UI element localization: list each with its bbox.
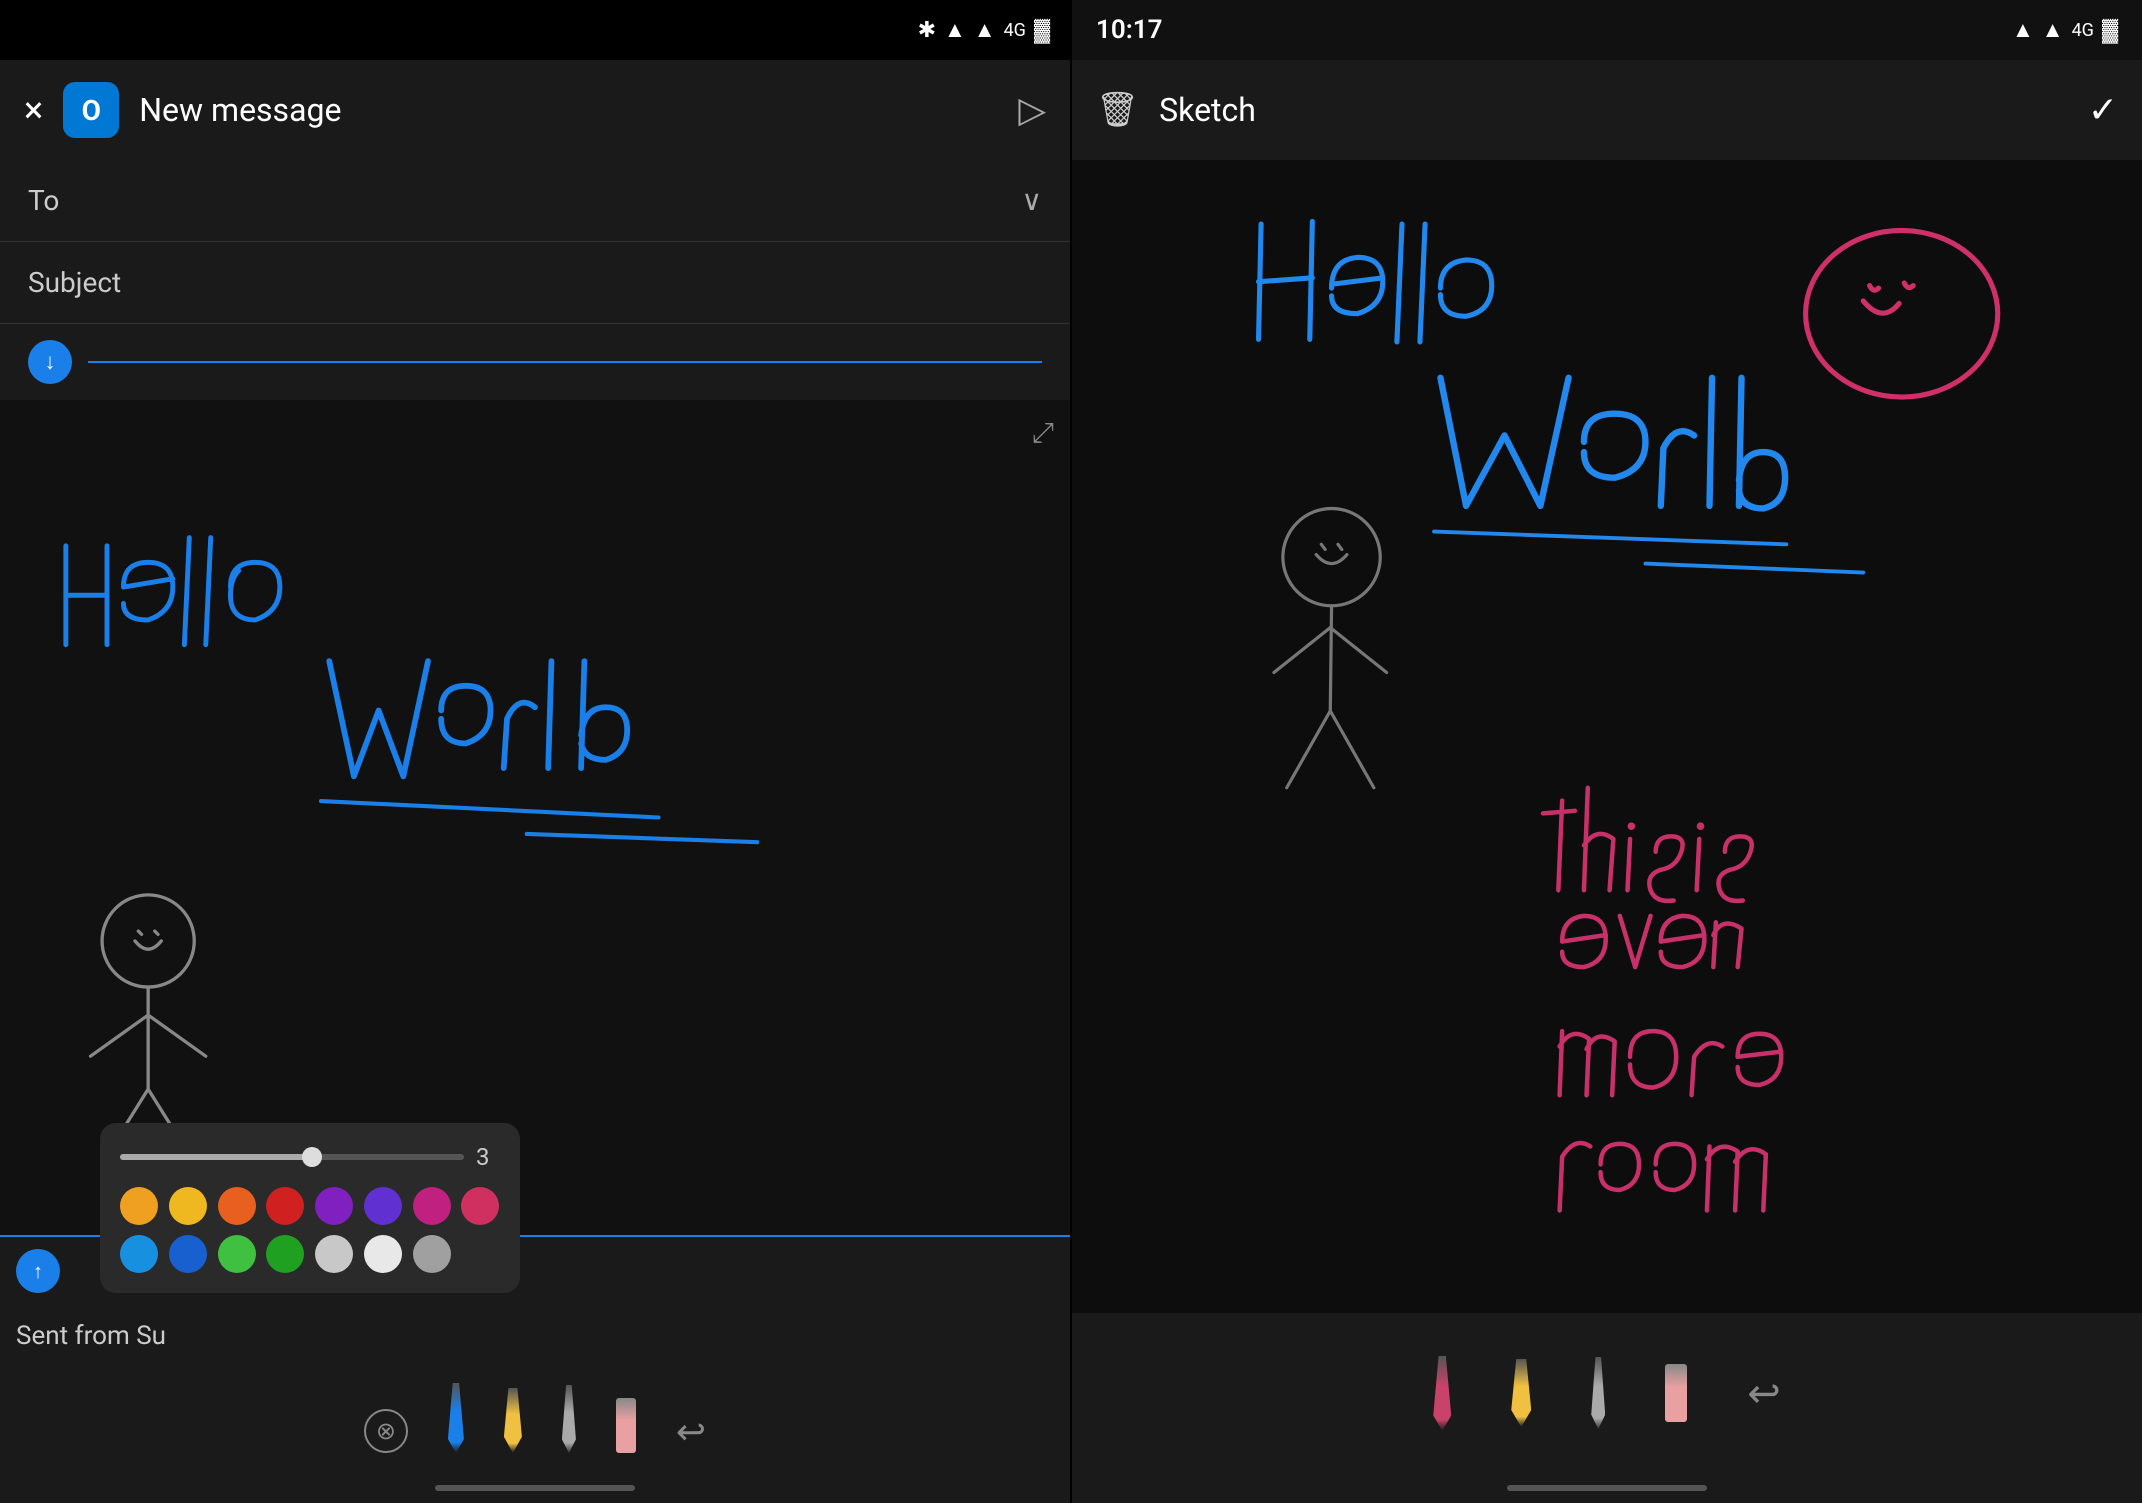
eraser-shape-right: [1665, 1364, 1687, 1422]
signal-icon-right: ▲: [2012, 17, 2034, 43]
color-empty: [461, 1235, 499, 1273]
right-panel: 10:17 ▲ ▲ 4G ▓ 🗑 Sketch ✓: [1072, 0, 2142, 1503]
size-slider-track[interactable]: [120, 1154, 464, 1160]
clear-icon[interactable]: ⊗: [364, 1409, 408, 1453]
to-field-row[interactable]: To ∨: [0, 160, 1070, 242]
eraser-tool[interactable]: [616, 1398, 636, 1453]
color-green-dark[interactable]: [266, 1235, 304, 1273]
sketch-down-button[interactable]: ↓: [28, 340, 72, 384]
color-purple-dark[interactable]: [364, 1187, 402, 1225]
undo-icon-right[interactable]: ↩: [1747, 1370, 1781, 1417]
pencil-gray-shape: [562, 1385, 576, 1453]
color-grid: [120, 1187, 500, 1273]
subject-label: Subject: [28, 266, 121, 299]
confirm-sketch-button[interactable]: ✓: [2088, 89, 2118, 131]
marker-yellow-shape-right: [1511, 1359, 1531, 1427]
pencil-tool-gray-right[interactable]: [1591, 1357, 1605, 1429]
size-slider-fill: [120, 1154, 309, 1160]
wifi-icon-right: ▲: [2042, 17, 2064, 43]
status-bar-right: 10:17 ▲ ▲ 4G ▓: [1072, 0, 2142, 60]
pen-blue-shape: [448, 1383, 464, 1453]
sketch-drawing-svg: [0, 400, 1070, 1235]
pen-tool-pink-right[interactable]: [1433, 1356, 1451, 1431]
home-indicator-right: [1072, 1473, 2142, 1503]
status-icons-left: ✱ ▲ ▲ 4G ▓: [918, 17, 1050, 43]
size-slider-value: 3: [476, 1143, 500, 1171]
sketch-canvas-right[interactable]: [1072, 160, 2142, 1313]
lte-icon-right: 4G: [2072, 20, 2094, 41]
color-green-light[interactable]: [218, 1235, 256, 1273]
sketch-separator-line: [88, 361, 1042, 363]
email-compose-header: × O New message ▷: [0, 60, 1070, 160]
sketch-title: Sketch: [1159, 91, 2068, 129]
sketch-toolbar-top: ↓: [0, 324, 1070, 400]
color-orange-dark[interactable]: [120, 1187, 158, 1225]
undo-icon[interactable]: ↩: [676, 1411, 706, 1453]
to-expand-icon[interactable]: ∨: [1022, 184, 1043, 217]
lte-icon: 4G: [1004, 20, 1026, 41]
pencil-gray-shape-right: [1591, 1357, 1605, 1429]
eraser-tool-right[interactable]: [1665, 1364, 1687, 1422]
color-white[interactable]: [364, 1235, 402, 1273]
outlook-app-icon: O: [63, 82, 119, 138]
delete-sketch-button[interactable]: 🗑: [1096, 90, 1139, 130]
home-indicator-left: [0, 1473, 1070, 1503]
status-time: 10:17: [1096, 15, 1163, 45]
sketch-up-button[interactable]: ↑: [16, 1249, 60, 1293]
color-yellow-orange[interactable]: [169, 1187, 207, 1225]
pen-pink-shape-right: [1433, 1356, 1451, 1431]
signal-icon: ▲: [944, 17, 966, 43]
bluetooth-icon: ✱: [918, 18, 936, 43]
compose-title: New message: [139, 91, 998, 129]
marker-yellow-shape: [504, 1388, 522, 1453]
left-panel: ✱ ▲ ▲ 4G ▓ × O New message ▷ To ∨ Subjec…: [0, 0, 1070, 1503]
status-bar-left: ✱ ▲ ▲ 4G ▓: [0, 0, 1070, 60]
subject-field-row[interactable]: Subject: [0, 242, 1070, 324]
size-slider-thumb[interactable]: [302, 1147, 322, 1167]
signature-text: Sent from Su: [16, 1305, 1054, 1367]
marker-tool-yellow-right[interactable]: [1511, 1359, 1531, 1427]
battery-icon: ▓: [1034, 17, 1050, 43]
color-purple-light[interactable]: [315, 1187, 353, 1225]
sketch-canvas[interactable]: ⤢: [0, 400, 1070, 1235]
marker-tool-yellow[interactable]: [504, 1388, 522, 1453]
pen-tool-blue[interactable]: [448, 1383, 464, 1453]
undo-tool-right[interactable]: ↩: [1747, 1370, 1781, 1417]
eraser-shape: [616, 1398, 636, 1453]
home-bar-left: [435, 1485, 635, 1491]
color-red[interactable]: [266, 1187, 304, 1225]
battery-icon-right: ▓: [2102, 17, 2118, 43]
sketch-tools-right: ↩: [1072, 1313, 2142, 1473]
color-blue-dark[interactable]: [169, 1235, 207, 1273]
size-slider-container[interactable]: 3: [120, 1143, 500, 1171]
to-label: To: [28, 184, 59, 217]
send-button[interactable]: ▷: [1018, 89, 1046, 131]
color-magenta[interactable]: [413, 1187, 451, 1225]
color-blue-light[interactable]: [120, 1235, 158, 1273]
color-pink-red[interactable]: [461, 1187, 499, 1225]
close-button[interactable]: ×: [24, 89, 43, 131]
wifi-icon: ▲: [974, 17, 996, 43]
color-picker-popup: 3: [100, 1123, 520, 1293]
drawing-tools-row: ⊗ ↩: [16, 1367, 1054, 1461]
home-bar-right: [1507, 1485, 1707, 1491]
undo-tool[interactable]: ↩: [676, 1411, 706, 1453]
clear-tool[interactable]: ⊗: [364, 1409, 408, 1453]
sketch-bottom-toolbar: ↑ 3: [0, 1235, 1070, 1473]
color-gray-light[interactable]: [315, 1235, 353, 1273]
sketch-header: 🗑 Sketch ✓: [1072, 60, 2142, 160]
sketch-drawing-right-svg: [1072, 160, 2142, 1313]
color-orange[interactable]: [218, 1187, 256, 1225]
pencil-tool-gray[interactable]: [562, 1385, 576, 1453]
color-gray-mid[interactable]: [413, 1235, 451, 1273]
status-icons-right: ▲ ▲ 4G ▓: [2012, 17, 2118, 43]
